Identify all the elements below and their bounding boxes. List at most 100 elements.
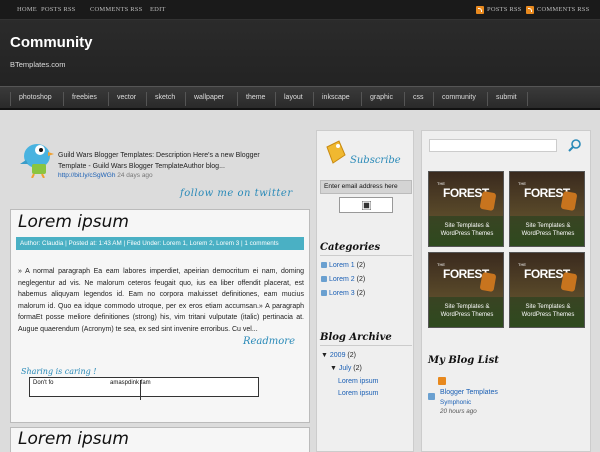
nav-item-freebies[interactable]: freebies [72, 94, 97, 101]
arrow-icon [428, 393, 435, 400]
nav-item-wallpaper[interactable]: wallpaper [194, 94, 224, 101]
nav-item-layout[interactable]: layout [284, 94, 303, 101]
category-count: (2) [356, 262, 366, 269]
category-item[interactable]: Lorem 2 (2) [321, 276, 365, 283]
nav-item-inkscape[interactable]: inkscape [322, 94, 350, 101]
ad-banner[interactable]: THE FOREST Site Templates & WordPress The… [428, 171, 504, 247]
divider [320, 255, 412, 256]
nav-item-css[interactable]: css [413, 94, 424, 101]
tweet-meta: http://bit.ly/cSgWGh 24 days ago [58, 172, 153, 179]
blog-post: Lorem ipsum [10, 427, 310, 452]
subscribe-button[interactable] [339, 197, 393, 213]
share-text-left: Don't fo [33, 380, 54, 386]
topbar-posts-rss-link[interactable]: POSTS RSS [41, 6, 76, 13]
subscribe-tag-icon [326, 140, 346, 164]
nav-divider [185, 92, 186, 106]
tweet-text: Guild Wars Blogger Templates: Descriptio… [58, 152, 260, 170]
archive-post-link[interactable]: Lorem ipsum [338, 378, 378, 385]
tweet-time: 24 days ago [117, 172, 153, 179]
archive-post[interactable]: Lorem ipsum [338, 390, 378, 397]
arrow-icon [321, 290, 327, 296]
nav-item-theme[interactable]: theme [246, 94, 265, 101]
blog-list-post-link[interactable]: Symphonic [440, 399, 471, 406]
readmore-link[interactable]: Readmore [243, 336, 295, 347]
nav-divider [10, 92, 11, 106]
blog-list-link[interactable]: Blogger Templates [440, 389, 498, 396]
arrow-icon [321, 262, 327, 268]
nav-item-photoshop[interactable]: photoshop [19, 94, 52, 101]
archive-month-link[interactable]: July [339, 365, 351, 372]
archive-year-count: (2) [347, 352, 356, 359]
nav-divider [404, 92, 405, 106]
archive-post-link[interactable]: Lorem ipsum [338, 390, 378, 397]
nav-item-submit[interactable]: submit [496, 94, 517, 101]
middle-sidebar: Subscribe Enter email address here Categ… [316, 130, 414, 452]
ad-banner[interactable]: THE FOREST Site Templates & WordPress The… [509, 171, 585, 247]
site-subtitle: BTemplates.com [10, 60, 66, 69]
topbar-comments-rss-link[interactable]: COMMENTS RSS [90, 6, 142, 13]
right-sidebar: THE FOREST Site Templates & WordPress The… [421, 130, 591, 452]
ad-text: Site Templates & WordPress Themes [521, 304, 575, 318]
blog-list-time: 20 hours ago [440, 408, 477, 415]
divider [320, 345, 412, 346]
archive-title: Blog Archive [320, 332, 392, 343]
blog-list-title: My Blog List [428, 355, 499, 366]
subscribe-label: Subscribe [350, 155, 401, 166]
post-title[interactable]: Lorem ipsum [18, 429, 129, 449]
archive-year[interactable]: ▼ 2009 (2) [321, 352, 356, 359]
twitter-widget: Guild Wars Blogger Templates: Descriptio… [14, 130, 304, 205]
nav-divider [146, 92, 147, 106]
top-bar: HOME POSTS RSS COMMENTS RSS EDIT POSTS R… [0, 0, 600, 20]
triangle-down-icon[interactable]: ▼ [330, 365, 337, 372]
category-item[interactable]: Lorem 3 (2) [321, 290, 365, 297]
nav-divider [487, 92, 488, 106]
ad-text: Site Templates & WordPress Themes [440, 304, 494, 318]
topbar-home-link[interactable]: HOME [17, 6, 37, 13]
nav-divider [108, 92, 109, 106]
email-field[interactable]: Enter email address here [320, 180, 412, 194]
category-count: (2) [356, 276, 366, 283]
blog-post: Lorem ipsum Author: Claudia | Posted at:… [10, 209, 310, 423]
post-meta: Author: Claudia | Posted at: 1:43 AM | F… [16, 237, 304, 250]
ad-text: Site Templates & WordPress Themes [521, 223, 575, 237]
nav-divider [237, 92, 238, 106]
nav-item-vector[interactable]: vector [117, 94, 136, 101]
ad-banner[interactable]: THE FOREST Site Templates & WordPress The… [428, 252, 504, 328]
rss-posts-link[interactable]: POSTS RSS [487, 6, 522, 13]
feedburner-icon [362, 201, 371, 210]
post-title[interactable]: Lorem ipsum [18, 212, 129, 232]
main-nav: photoshop freebies vector sketch wallpap… [0, 86, 600, 110]
twitter-bird-icon [20, 144, 54, 178]
search-icon[interactable] [568, 138, 582, 152]
nav-divider [527, 92, 528, 106]
share-box: Don't fo amaspdink fam [29, 377, 259, 400]
archive-month-count: (2) [353, 365, 362, 372]
category-link[interactable]: Lorem 2 [329, 276, 355, 283]
blogger-icon [438, 377, 446, 385]
nav-item-graphic[interactable]: graphic [370, 94, 393, 101]
site-title[interactable]: Community [10, 34, 93, 51]
archive-post[interactable]: Lorem ipsum [338, 378, 378, 385]
nav-divider [433, 92, 434, 106]
tweet-link[interactable]: http://bit.ly/cSgWGh [58, 172, 115, 179]
nav-item-sketch[interactable]: sketch [155, 94, 175, 101]
archive-year-link[interactable]: 2009 [330, 352, 346, 359]
topbar-edit-link[interactable]: EDIT [150, 6, 166, 13]
nav-item-community[interactable]: community [442, 94, 476, 101]
search-input[interactable] [429, 139, 557, 152]
site-header: Community BTemplates.com [0, 20, 600, 86]
rss-comments-link[interactable]: COMMENTS RSS [537, 6, 589, 13]
nav-divider [63, 92, 64, 106]
ad-banner[interactable]: THE FOREST Site Templates & WordPress The… [509, 252, 585, 328]
category-link[interactable]: Lorem 3 [329, 290, 355, 297]
nav-divider [313, 92, 314, 106]
triangle-down-icon[interactable]: ▼ [321, 352, 328, 359]
arrow-icon [321, 276, 327, 282]
sharing-label: Sharing is caring ! [21, 367, 97, 376]
nav-divider [275, 92, 276, 106]
category-link[interactable]: Lorem 1 [329, 262, 355, 269]
follow-twitter-link[interactable]: follow me on twitter [180, 188, 293, 199]
nav-divider [361, 92, 362, 106]
archive-month[interactable]: ▼ July (2) [330, 365, 362, 372]
category-item[interactable]: Lorem 1 (2) [321, 262, 365, 269]
